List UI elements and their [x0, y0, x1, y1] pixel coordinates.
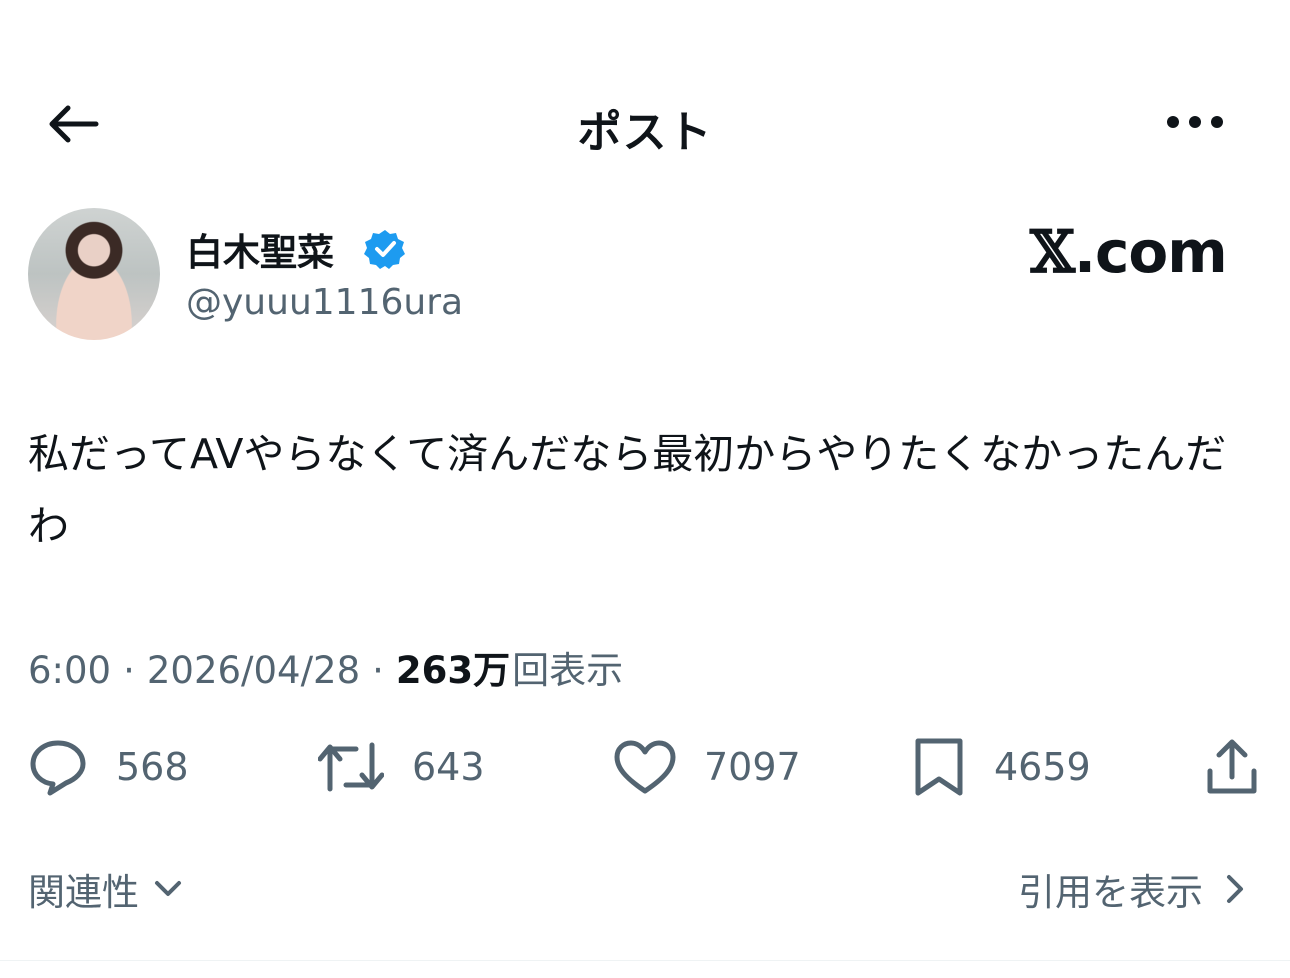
view-count[interactable]: 263万: [396, 640, 510, 694]
view-quotes-link[interactable]: 引用を表示: [1018, 862, 1249, 916]
avatar[interactable]: [28, 208, 160, 340]
reply-button[interactable]: 568: [28, 735, 189, 799]
divider: [0, 960, 1290, 961]
quotes-label: 引用を表示: [1018, 871, 1203, 914]
more-horizontal-icon: [1167, 116, 1223, 128]
display-name[interactable]: 白木聖菜: [186, 222, 334, 276]
bookmark-count: 4659: [994, 745, 1091, 789]
user-handle[interactable]: @yuuu1116ura: [186, 282, 463, 323]
repost-icon: [318, 742, 384, 792]
reply-icon: [30, 740, 86, 796]
x-logo-glyph: 𝕏: [1030, 218, 1075, 286]
sort-relevance-dropdown[interactable]: 関連性: [28, 862, 185, 916]
reply-count: 568: [116, 745, 189, 789]
post-time[interactable]: 6:00: [28, 649, 111, 692]
repost-button[interactable]: 643: [318, 735, 485, 799]
more-options-button[interactable]: [1160, 100, 1230, 144]
brand-watermark: 𝕏.com: [1030, 218, 1228, 286]
meta-separator: ·: [123, 649, 135, 692]
bookmark-button[interactable]: 4659: [912, 735, 1091, 799]
view-label: 回表示: [512, 649, 624, 692]
chevron-right-icon: [1227, 875, 1243, 903]
like-button[interactable]: 7097: [614, 735, 801, 799]
heart-icon: [614, 740, 676, 794]
like-count: 7097: [704, 745, 801, 789]
share-button[interactable]: [1205, 735, 1259, 799]
brand-suffix: .com: [1074, 218, 1228, 286]
post-meta: 6:00 · 2026/04/28 · 263万 回表示: [28, 640, 623, 694]
sort-label: 関連性: [28, 871, 139, 914]
post-text: 私だってAVやらなくて済んだなら最初からやりたくなかったんだわ: [28, 430, 1227, 550]
bookmark-icon: [915, 738, 963, 796]
page-title: ポスト: [577, 107, 713, 158]
meta-separator: ·: [372, 649, 384, 692]
share-icon: [1207, 739, 1257, 794]
chevron-down-icon: [155, 881, 181, 896]
verified-badge-icon: [364, 228, 406, 270]
post-date[interactable]: 2026/04/28: [147, 649, 360, 692]
repost-count: 643: [412, 745, 485, 789]
